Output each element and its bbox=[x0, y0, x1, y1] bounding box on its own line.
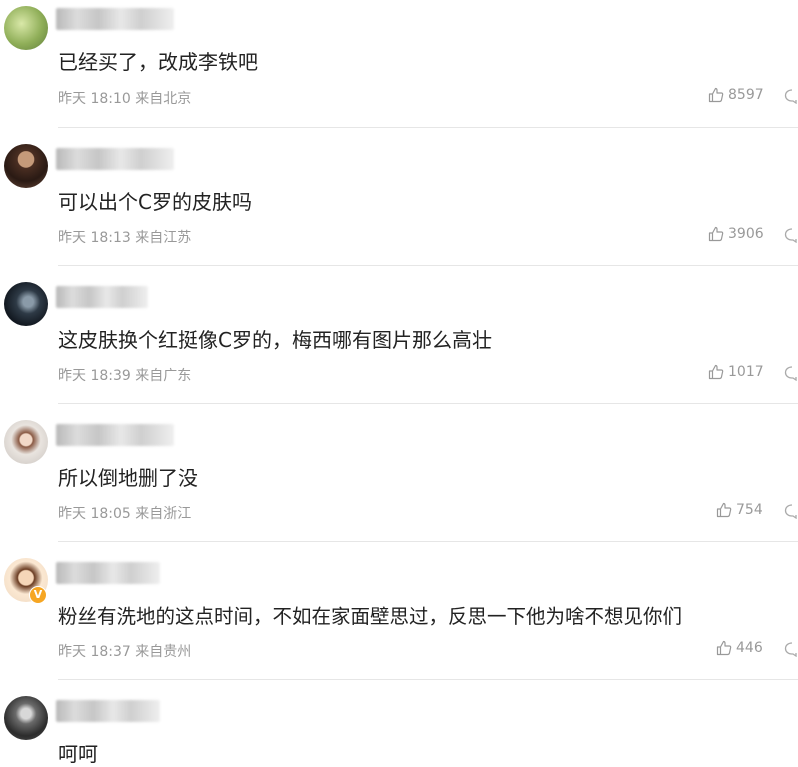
username-blurred[interactable] bbox=[56, 286, 148, 308]
reply-icon[interactable] bbox=[784, 641, 798, 657]
reply-icon[interactable] bbox=[784, 365, 798, 381]
comment-text: 已经买了，改成李铁吧 bbox=[58, 50, 258, 74]
comment-item: 这皮肤换个红挺像C罗的，梅西哪有图片那么高壮 昨天 18:39 来自广东 101… bbox=[0, 276, 798, 404]
thumbs-up-icon bbox=[708, 364, 724, 380]
comment-location: 来自江苏 bbox=[135, 230, 192, 246]
comment-text: 所以倒地删了没 bbox=[58, 466, 198, 490]
username-blurred[interactable] bbox=[56, 700, 160, 722]
avatar[interactable] bbox=[4, 6, 48, 50]
reply-icon[interactable] bbox=[784, 88, 798, 104]
like-button[interactable]: 446 bbox=[716, 640, 763, 656]
avatar[interactable] bbox=[4, 696, 48, 740]
comment-meta: 昨天 18:05 来自浙江 bbox=[58, 503, 191, 523]
like-count: 1017 bbox=[728, 364, 764, 380]
like-button[interactable]: 3906 bbox=[708, 226, 764, 242]
divider bbox=[58, 541, 798, 542]
comment-text: 粉丝有洗地的这点时间，不如在家面壁思过，反思一下他为啥不想见你们 bbox=[58, 605, 683, 628]
like-button[interactable]: 754 bbox=[716, 502, 763, 518]
thumbs-up-icon bbox=[716, 640, 732, 656]
avatar[interactable] bbox=[4, 420, 48, 464]
like-button[interactable]: 8597 bbox=[708, 87, 764, 103]
comment-time: 昨天 18:05 bbox=[58, 506, 131, 522]
username-blurred[interactable] bbox=[56, 424, 174, 446]
divider bbox=[58, 403, 798, 404]
comment-item: 可以出个C罗的皮肤吗 昨天 18:13 来自江苏 3906 bbox=[0, 138, 798, 266]
thumbs-up-icon bbox=[716, 502, 732, 518]
comment-location: 来自广东 bbox=[135, 368, 192, 384]
comment-meta: 昨天 18:13 来自江苏 bbox=[58, 227, 191, 247]
like-button[interactable]: 1017 bbox=[708, 364, 764, 380]
divider bbox=[58, 127, 798, 128]
reply-icon[interactable] bbox=[784, 227, 798, 243]
username-blurred[interactable] bbox=[56, 8, 174, 30]
avatar[interactable] bbox=[4, 282, 48, 326]
avatar[interactable] bbox=[4, 144, 48, 188]
comment-location: 来自北京 bbox=[135, 91, 192, 107]
comment-text: 呵呵 bbox=[58, 742, 98, 766]
comment-meta: 昨天 18:10 来自北京 bbox=[58, 88, 191, 108]
comment-time: 昨天 18:13 bbox=[58, 230, 131, 246]
comment-text: 这皮肤换个红挺像C罗的，梅西哪有图片那么高壮 bbox=[58, 328, 492, 352]
username-blurred[interactable] bbox=[56, 562, 160, 584]
like-count: 754 bbox=[736, 502, 763, 518]
divider bbox=[58, 265, 798, 266]
comment-time: 昨天 18:39 bbox=[58, 368, 131, 384]
divider bbox=[58, 679, 798, 680]
comment-time: 昨天 18:10 bbox=[58, 91, 131, 107]
comment-location: 来自浙江 bbox=[135, 506, 192, 522]
comment-location: 来自贵州 bbox=[135, 644, 192, 660]
reply-icon[interactable] bbox=[784, 503, 798, 519]
comment-meta: 昨天 18:37 来自贵州 bbox=[58, 641, 191, 661]
like-count: 446 bbox=[736, 640, 763, 656]
comment-text: 可以出个C罗的皮肤吗 bbox=[58, 190, 252, 214]
comment-item: 呵呵 bbox=[0, 690, 798, 766]
comment-item: 已经买了，改成李铁吧 昨天 18:10 来自北京 8597 bbox=[0, 0, 798, 128]
verified-badge: V bbox=[29, 586, 47, 604]
like-count: 3906 bbox=[728, 226, 764, 242]
comment-time: 昨天 18:37 bbox=[58, 644, 131, 660]
thumbs-up-icon bbox=[708, 226, 724, 242]
comment-item: 所以倒地删了没 昨天 18:05 来自浙江 754 bbox=[0, 414, 798, 542]
username-blurred[interactable] bbox=[56, 148, 174, 170]
comment-meta: 昨天 18:39 来自广东 bbox=[58, 365, 191, 385]
like-count: 8597 bbox=[728, 87, 764, 103]
comment-item: V 粉丝有洗地的这点时间，不如在家面壁思过，反思一下他为啥不想见你们 昨天 18… bbox=[0, 552, 798, 680]
thumbs-up-icon bbox=[708, 87, 724, 103]
